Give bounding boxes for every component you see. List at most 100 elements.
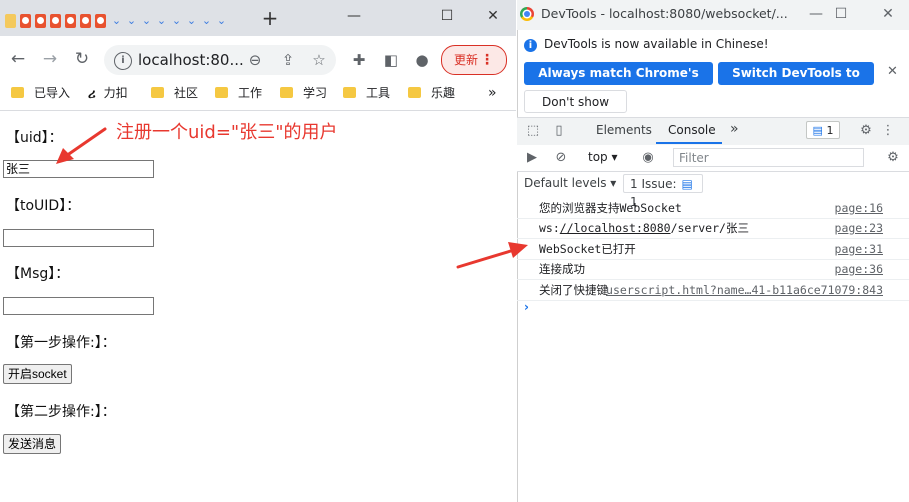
tab-favicon-icon[interactable] — [35, 14, 46, 28]
tab-favicon-icon[interactable]: ⌄ — [171, 14, 182, 28]
tab-favicon-icon[interactable] — [20, 14, 31, 28]
extensions-icon[interactable]: ✚ — [350, 51, 368, 69]
update-label: 更新 — [454, 53, 479, 67]
context-selector[interactable]: top ▾ — [588, 150, 618, 164]
folder-icon — [11, 87, 24, 98]
update-button[interactable]: 更新 ⋮ — [441, 45, 507, 75]
open-socket-button[interactable]: 开启socket — [3, 364, 72, 384]
touid-input[interactable] — [3, 229, 154, 247]
log-source-link[interactable]: userscript.html?name…41-b11a6ce71079:843 — [606, 280, 883, 300]
language-info-text: DevTools is now available in Chinese! — [544, 37, 769, 51]
active-tab-indicator — [656, 142, 722, 144]
log-message: 关闭了快捷键 — [539, 283, 608, 297]
folder-icon — [343, 87, 356, 98]
device-toolbar-icon[interactable]: ▯ — [551, 123, 567, 139]
messages-badge[interactable]: ▤ 1 — [806, 121, 840, 139]
tab-favicon-icon[interactable] — [65, 14, 76, 28]
chrome-logo-icon — [520, 7, 534, 21]
tab-favicon-icon[interactable]: ⌄ — [126, 14, 137, 28]
back-icon[interactable]: ← — [7, 48, 29, 70]
msg-input[interactable] — [3, 297, 154, 315]
minimize-button[interactable]: — — [340, 6, 368, 26]
log-message: 您的浏览器支持WebSocket — [539, 201, 682, 215]
bookmark-item[interactable]: 乐趣 — [408, 84, 455, 102]
console-prompt-icon[interactable]: › — [524, 300, 529, 314]
tab-console[interactable]: Console — [668, 123, 716, 137]
leetcode-icon: ሪ — [88, 87, 96, 102]
inspect-icon[interactable]: ⬚ — [525, 123, 541, 139]
console-log-row: ws://localhost:8080/server/张三 page:23 — [517, 218, 909, 239]
reload-icon[interactable]: ↻ — [71, 48, 93, 70]
zoom-icon[interactable]: ⊖ — [246, 51, 264, 69]
log-source-link[interactable]: page:36 — [835, 259, 883, 279]
bookmark-item[interactable]: ሪ 力扣 — [88, 84, 128, 102]
bookmark-item[interactable]: 工作 — [215, 84, 262, 102]
tab-favicon-icon[interactable]: ⌄ — [216, 14, 227, 28]
annotation-arrow-icon — [56, 127, 107, 164]
switch-chinese-button[interactable]: Switch DevTools to Chinese — [718, 62, 874, 103]
side-panel-icon[interactable]: ◧ — [382, 51, 400, 69]
tab-favicon-icon[interactable]: ⌄ — [141, 14, 152, 28]
bookmark-item[interactable]: 学习 — [280, 84, 327, 102]
log-source-link[interactable]: page:16 — [835, 198, 883, 218]
close-window-button[interactable]: ✕ — [878, 4, 898, 24]
tab-favicon-icon[interactable] — [80, 14, 91, 28]
tab-elements[interactable]: Elements — [596, 123, 652, 137]
tab-favicon-icon[interactable]: ⌄ — [201, 14, 212, 28]
sidebar-toggle-icon[interactable]: ▶ — [524, 150, 540, 166]
issues-button[interactable]: 1 Issue: ▤ 1 — [623, 174, 703, 209]
minimize-button[interactable]: — — [806, 4, 826, 24]
touid-label: 【toUID】： — [6, 198, 81, 214]
tab-favicon-icon[interactable]: ⌄ — [111, 14, 122, 28]
settings-gear-icon[interactable]: ⚙ — [858, 123, 874, 139]
console-log-row: 关闭了快捷键 userscript.html?name…41-b11a6ce71… — [517, 280, 909, 301]
bookmark-item[interactable]: 工具 — [343, 84, 390, 102]
site-info-icon[interactable]: i — [114, 52, 132, 70]
more-tabs-icon[interactable]: » — [730, 121, 739, 137]
step1-label: 【第一步操作:】： — [6, 335, 116, 351]
eye-icon[interactable]: ◉ — [640, 150, 656, 166]
bookmark-item[interactable]: 社区 — [151, 84, 198, 102]
dont-show-again-button[interactable]: Don't show again — [524, 90, 627, 131]
folder-icon — [215, 87, 228, 98]
match-language-button[interactable]: Always match Chrome's language — [524, 62, 713, 103]
close-window-button[interactable]: ✕ — [479, 6, 507, 26]
tab-favicon-icon[interactable]: ⌄ — [186, 14, 197, 28]
new-tab-button[interactable]: + — [260, 8, 280, 28]
devtools-title: DevTools - localhost:8080/websocket/... — [541, 6, 788, 21]
filter-input[interactable]: Filter — [673, 148, 864, 167]
bookmark-item[interactable]: 已导入 — [11, 84, 70, 102]
tab-favicon-icon[interactable]: ⌄ — [156, 14, 167, 28]
tab-favicon-icon[interactable] — [50, 14, 61, 28]
close-icon[interactable]: ✕ — [887, 64, 898, 79]
log-message: WebSocket已打开 — [539, 242, 636, 256]
console-settings-icon[interactable]: ⚙ — [885, 150, 901, 166]
console-log-row: 您的浏览器支持WebSocket page:16 — [517, 198, 909, 219]
issue-icon: ▤ — [681, 177, 693, 191]
clear-console-icon[interactable]: ⊘ — [553, 150, 569, 166]
bookmarks-more-icon[interactable]: » — [488, 84, 497, 102]
maximize-button[interactable]: ☐ — [831, 4, 851, 24]
default-levels-dropdown[interactable]: Default levels ▾ — [524, 176, 616, 190]
tab-favicon-icon[interactable] — [95, 14, 106, 28]
log-url-link[interactable]: //localhost:8080 — [560, 221, 671, 235]
annotation-arrow-icon — [456, 242, 528, 269]
log-source-link[interactable]: page:23 — [835, 218, 883, 238]
send-message-button[interactable]: 发送消息 — [3, 434, 62, 454]
share-icon[interactable]: ⇪ — [279, 51, 297, 69]
more-options-icon[interactable]: ⋮ — [880, 123, 896, 139]
forward-icon[interactable]: → — [39, 48, 61, 70]
bookmark-star-icon[interactable]: ☆ — [310, 51, 328, 69]
log-message: 连接成功 — [539, 262, 585, 276]
maximize-button[interactable]: ☐ — [433, 6, 461, 26]
address-url[interactable]: localhost:80... — [138, 51, 244, 69]
profile-icon[interactable]: ● — [413, 51, 431, 69]
tab-favicon-icon[interactable] — [5, 14, 16, 28]
log-source-link[interactable]: page:31 — [835, 239, 883, 259]
annotation-text: 注册一个uid="张三"的用户 — [116, 122, 338, 143]
info-icon: i — [524, 39, 537, 52]
console-log-row: 连接成功 page:36 — [517, 259, 909, 280]
folder-icon — [408, 87, 421, 98]
message-icon: ▤ — [812, 124, 823, 137]
folder-icon — [151, 87, 164, 98]
